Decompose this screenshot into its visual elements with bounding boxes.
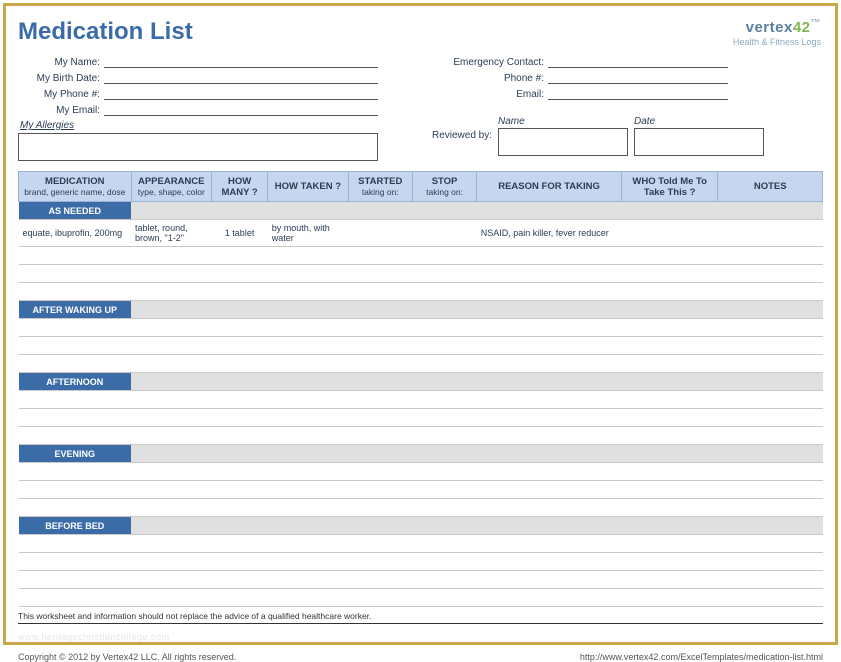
table-row[interactable] bbox=[19, 355, 823, 373]
my-phone-label: My Phone #: bbox=[18, 89, 104, 100]
my-email-label: My Email: bbox=[18, 105, 104, 116]
table-row[interactable] bbox=[19, 499, 823, 517]
reviewer-date-input[interactable] bbox=[634, 128, 764, 156]
emergency-contact-input[interactable] bbox=[548, 54, 728, 68]
birth-date-label: My Birth Date: bbox=[18, 73, 104, 84]
my-email-input[interactable] bbox=[104, 102, 378, 116]
medication-table: MEDICATIONbrand, generic name, dose APPE… bbox=[18, 171, 823, 607]
emergency-contact-label: Emergency Contact: bbox=[438, 57, 548, 68]
watermark-text: www.heritagechristiancollege.com bbox=[18, 632, 823, 642]
table-row[interactable] bbox=[19, 283, 823, 301]
emergency-email-input[interactable] bbox=[548, 86, 728, 100]
reviewed-by-label: Reviewed by: bbox=[378, 116, 498, 161]
disclaimer-text: This worksheet and information should no… bbox=[18, 611, 823, 624]
table-row[interactable] bbox=[19, 535, 823, 553]
table-row[interactable] bbox=[19, 247, 823, 265]
my-name-input[interactable] bbox=[104, 54, 378, 68]
table-row[interactable]: equate, ibuprofin, 200mg tablet, round, … bbox=[19, 220, 823, 247]
reviewer-name-input[interactable] bbox=[498, 128, 628, 156]
table-row[interactable] bbox=[19, 589, 823, 607]
table-row[interactable] bbox=[19, 265, 823, 283]
table-row[interactable] bbox=[19, 427, 823, 445]
reviewer-date-label: Date bbox=[634, 116, 770, 127]
emergency-email-label: Email: bbox=[438, 89, 548, 100]
emergency-phone-input[interactable] bbox=[548, 70, 728, 84]
source-url: http://www.vertex42.com/ExcelTemplates/m… bbox=[580, 652, 823, 662]
copyright-text: Copyright © 2012 by Vertex42 LLC. All ri… bbox=[18, 652, 236, 662]
my-name-label: My Name: bbox=[18, 57, 104, 68]
emergency-phone-label: Phone #: bbox=[438, 73, 548, 84]
section-after-waking: AFTER WAKING UP bbox=[19, 301, 132, 319]
birth-date-input[interactable] bbox=[104, 70, 378, 84]
brand-logo: vertex42™ Health & Fitness Logs bbox=[733, 18, 821, 47]
my-phone-input[interactable] bbox=[104, 86, 378, 100]
section-evening: EVENING bbox=[19, 445, 132, 463]
section-as-needed: AS NEEDED bbox=[19, 202, 132, 220]
table-row[interactable] bbox=[19, 319, 823, 337]
allergies-input[interactable] bbox=[18, 133, 378, 161]
table-row[interactable] bbox=[19, 553, 823, 571]
page-title: Medication List bbox=[18, 18, 823, 46]
allergies-label: My Allergies bbox=[20, 120, 378, 131]
section-afternoon: AFTERNOON bbox=[19, 373, 132, 391]
table-row[interactable] bbox=[19, 409, 823, 427]
table-row[interactable] bbox=[19, 481, 823, 499]
table-row[interactable] bbox=[19, 391, 823, 409]
reviewer-name-label: Name bbox=[498, 116, 634, 127]
table-row[interactable] bbox=[19, 337, 823, 355]
section-before-bed: BEFORE BED bbox=[19, 517, 132, 535]
table-row[interactable] bbox=[19, 463, 823, 481]
table-row[interactable] bbox=[19, 571, 823, 589]
